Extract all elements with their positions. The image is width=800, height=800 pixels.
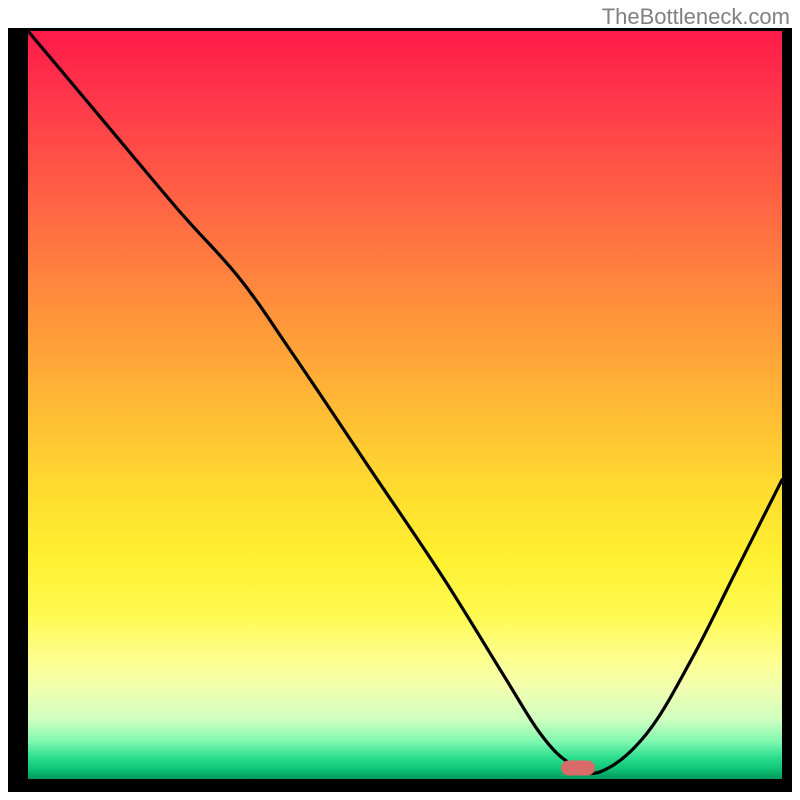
- chart-frame: [8, 28, 792, 792]
- plot-area: [28, 31, 782, 779]
- bottleneck-curve: [28, 31, 782, 774]
- curve-svg: [28, 31, 782, 779]
- optimal-point-marker: [561, 760, 595, 775]
- watermark-text: TheBottleneck.com: [602, 4, 790, 30]
